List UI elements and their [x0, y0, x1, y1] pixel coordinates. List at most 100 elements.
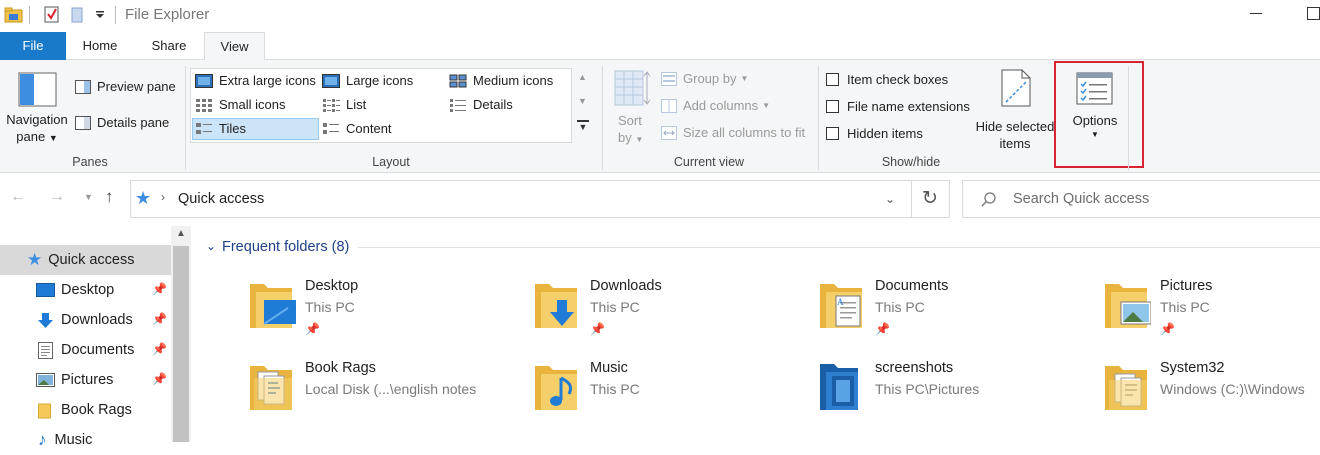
sort-by-button[interactable]: Sort by ▼	[612, 70, 652, 150]
properties-check-icon[interactable]	[43, 5, 61, 25]
group-by-label: Group by	[683, 71, 737, 86]
section-title[interactable]: Frequent folders (8)	[222, 239, 349, 255]
file-name-extensions-toggle[interactable]: File name extensions	[826, 99, 970, 114]
folder-name: Book Rags	[305, 360, 376, 376]
nav-label: Music	[54, 432, 93, 448]
folder-location: Windows (C:)\Windows	[1160, 381, 1305, 397]
scroll-up-arrow-icon[interactable]: ▲	[176, 228, 186, 239]
new-folder-qat-icon[interactable]	[70, 5, 86, 25]
layout-gallery-scroll[interactable]: ▲ ▼ ▼	[574, 68, 592, 143]
options-highlight-box	[1054, 61, 1144, 168]
pin-icon[interactable]: 📌	[1160, 322, 1175, 336]
nav-item-book-rags[interactable]: Book Rags	[0, 395, 171, 425]
details-pane-button[interactable]: Details pane	[75, 115, 169, 130]
back-arrow-icon[interactable]: ←	[10, 188, 26, 206]
folder-tile-pictures[interactable]: Pictures This PC 📌	[1103, 278, 1320, 358]
extra-large-icons-option[interactable]: Extra large icons	[195, 73, 316, 88]
folder-app-icon[interactable]	[4, 6, 24, 24]
item-check-boxes-checkbox[interactable]	[826, 73, 839, 86]
details-view-icon	[450, 98, 466, 112]
hidden-items-checkbox[interactable]	[826, 127, 839, 140]
pin-icon[interactable]: 📌	[590, 322, 605, 336]
documents-folder-icon: A	[820, 284, 862, 328]
content-option[interactable]: Content	[322, 121, 392, 136]
small-icons-option[interactable]: Small icons	[195, 97, 285, 112]
svg-text:A: A	[837, 297, 844, 307]
window-title: File Explorer	[125, 6, 210, 23]
sort-label-1: Sort	[618, 113, 642, 128]
tab-file[interactable]: File	[0, 32, 66, 60]
folder-tile-music[interactable]: Music This PC	[533, 360, 818, 440]
pin-icon[interactable]: 📌	[152, 372, 167, 386]
list-label: List	[346, 97, 367, 112]
tab-view[interactable]: View	[204, 32, 265, 61]
folder-tile-desktop[interactable]: Desktop This PC 📌	[248, 278, 533, 358]
address-bar[interactable]: ★ › Quick access ⌄	[130, 180, 912, 218]
nav-pane-scrollbar[interactable]: ▲	[171, 226, 191, 442]
pin-icon[interactable]: 📌	[152, 312, 167, 326]
pin-icon[interactable]: 📌	[305, 322, 320, 336]
add-columns-button[interactable]: Add columns ▼	[661, 98, 770, 113]
gallery-down-arrow-icon[interactable]: ▼	[578, 96, 587, 106]
pin-icon[interactable]: 📌	[875, 322, 890, 336]
medium-icons-option[interactable]: Medium icons	[449, 73, 553, 88]
nav-item-quick-access[interactable]: ★ Quick access	[0, 245, 171, 275]
folder-tile-book-rags[interactable]: Book Rags Local Disk (...\english notes	[248, 360, 533, 440]
group-by-button[interactable]: Group by ▼	[661, 71, 748, 86]
address-dropdown-icon[interactable]: ⌄	[885, 192, 895, 206]
file-name-extensions-checkbox[interactable]	[826, 100, 839, 113]
list-option[interactable]: List	[322, 97, 366, 112]
gallery-up-arrow-icon[interactable]: ▲	[578, 72, 587, 82]
address-path[interactable]: Quick access	[178, 191, 264, 207]
hide-selected-icon	[1001, 69, 1031, 107]
pin-icon[interactable]: 📌	[152, 342, 167, 356]
minimize-button[interactable]	[1250, 13, 1262, 14]
large-icons-option[interactable]: Large icons	[322, 73, 413, 88]
nav-item-pictures[interactable]: Pictures 📌	[0, 365, 171, 395]
small-icons-icon	[196, 98, 212, 112]
details-pane-label: Details pane	[97, 115, 170, 130]
folder-name: screenshots	[875, 360, 954, 376]
gallery-expand-icon[interactable]: ▼	[577, 120, 589, 135]
up-arrow-icon[interactable]: ↑	[105, 187, 114, 207]
tab-home[interactable]: Home	[70, 32, 130, 60]
group-by-icon	[661, 71, 677, 86]
hide-selected-items-button[interactable]: Hide selected items	[972, 68, 1058, 152]
desktop-folder-icon	[250, 284, 296, 328]
tiles-option[interactable]: Tiles	[195, 121, 246, 136]
breadcrumb-chevron-icon[interactable]: ›	[161, 190, 165, 204]
hidden-items-toggle[interactable]: Hidden items	[826, 126, 923, 141]
folder-location: This PC	[590, 299, 640, 315]
nav-item-downloads[interactable]: Downloads 📌	[0, 305, 171, 335]
ribbon-separator	[818, 66, 819, 170]
item-check-boxes-toggle[interactable]: Item check boxes	[826, 72, 948, 87]
recent-locations-icon[interactable]: ▼	[84, 192, 93, 202]
qat-divider	[29, 6, 30, 24]
preview-pane-label: Preview pane	[97, 79, 176, 94]
nav-item-music[interactable]: ♪ Music	[0, 425, 171, 455]
search-box[interactable]: Search Quick access	[962, 180, 1320, 218]
scrollbar-thumb[interactable]	[173, 246, 189, 442]
nav-item-documents[interactable]: Documents 📌	[0, 335, 171, 365]
music-folder-icon	[535, 366, 577, 410]
ribbon-separator	[1128, 66, 1129, 170]
folder-location: This PC	[590, 381, 640, 397]
details-option[interactable]: Details	[449, 97, 513, 112]
maximize-button[interactable]	[1307, 7, 1320, 20]
folder-name: Documents	[875, 278, 949, 294]
small-icons-label: Small icons	[219, 97, 286, 112]
folder-tile-screenshots[interactable]: screenshots This PC\Pictures	[818, 360, 1103, 440]
size-all-columns-button[interactable]: Size all columns to fit	[661, 125, 805, 140]
section-collapse-chevron-icon[interactable]: ⌄	[206, 239, 216, 253]
qat-dropdown-icon[interactable]	[94, 10, 106, 20]
forward-arrow-icon[interactable]: →	[49, 188, 65, 206]
pin-icon[interactable]: 📌	[152, 282, 167, 296]
folder-tile-downloads[interactable]: Downloads This PC 📌	[533, 278, 818, 358]
folder-tile-documents[interactable]: A Documents This PC 📌	[818, 278, 1103, 358]
refresh-button[interactable]: ↻	[912, 180, 950, 218]
tab-share[interactable]: Share	[138, 32, 200, 60]
folder-tile-system32[interactable]: System32 Windows (C:)\Windows	[1103, 360, 1320, 440]
preview-pane-button[interactable]: Preview pane	[75, 79, 176, 94]
navigation-pane-button[interactable]: Navigation pane ▼	[3, 70, 71, 150]
nav-item-desktop[interactable]: Desktop 📌	[0, 275, 171, 305]
